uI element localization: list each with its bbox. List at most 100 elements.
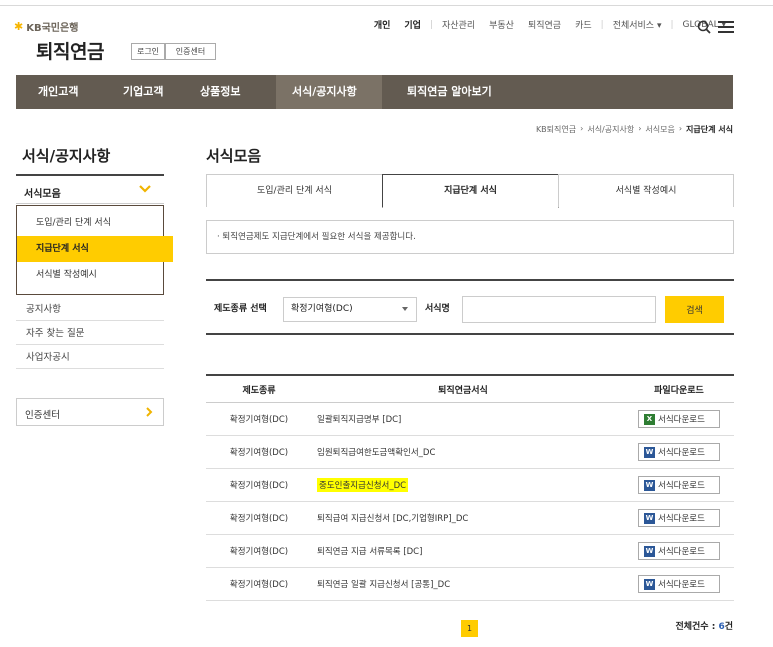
nav-business[interactable]: 기업고객: [123, 75, 163, 109]
sidebar-item-disclosure[interactable]: 사업자공시: [16, 346, 164, 369]
tab-payment-forms[interactable]: 지급단계 서식: [382, 174, 559, 208]
word-file-icon: W: [644, 479, 655, 491]
row-download-cell: W 서식다운로드: [624, 469, 734, 501]
download-label: 서식다운로드: [658, 547, 705, 557]
search-button[interactable]: 검색: [665, 296, 724, 323]
download-button[interactable]: W 서식다운로드: [638, 443, 720, 461]
gnb-separator: |: [670, 19, 674, 30]
breadcrumb-item[interactable]: 서식/공지사항: [587, 124, 634, 135]
caret-down-icon: [402, 307, 408, 311]
tab-form-examples[interactable]: 서식별 작성예시: [558, 174, 734, 207]
header-type: 제도종류: [242, 385, 276, 396]
row-download-cell: W 서식다운로드: [624, 535, 734, 567]
gnb-separator: |: [429, 19, 433, 30]
table-row: 확정기여형(DC) 퇴직급여 지급신청서 [DC,기업형IRP]_DC W 서식다운로…: [206, 502, 734, 535]
sidebar-dropdown-label: 서식모음: [24, 189, 61, 200]
word-file-icon: W: [644, 446, 655, 458]
page-title: 서식모음: [206, 147, 262, 165]
row-download-cell: W 서식다운로드: [624, 568, 734, 600]
table-row: 확정기여형(DC) 일괄퇴직지급명부 [DC] X 서식다운로드: [206, 403, 734, 436]
row-type: 확정기여형(DC): [229, 580, 289, 590]
sidebar-item-notice[interactable]: 공지사항: [16, 298, 164, 321]
row-form-name[interactable]: 임원퇴직급여한도금액확인서_DC: [313, 436, 613, 468]
sidebar-title: 서식/공지사항: [22, 147, 111, 165]
download-label: 서식다운로드: [658, 481, 705, 491]
submenu-payment-forms[interactable]: 지급단계 서식: [17, 236, 173, 262]
row-form-name[interactable]: 퇴직연금 일괄 지급신청서 [공통]_DC: [313, 568, 613, 600]
form-name-text[interactable]: 중도인출지급신청서_DC: [317, 478, 409, 492]
cert-center-button[interactable]: 인증센터: [165, 43, 216, 60]
submenu-form-examples[interactable]: 서식별 작성예시: [17, 262, 173, 288]
kb-logo[interactable]: ✱ KB국민은행: [14, 19, 78, 34]
chevron-down-icon: [139, 185, 151, 193]
header-form: 퇴직연금서식: [438, 385, 488, 396]
form-name-text[interactable]: 일괄퇴직지급명부 [DC]: [317, 413, 401, 425]
row-download-cell: X 서식다운로드: [624, 403, 734, 435]
page-1-button[interactable]: 1: [461, 620, 478, 637]
kb-star-icon: ✱: [14, 20, 24, 33]
sidebar-dropdown[interactable]: 서식모음: [16, 174, 164, 204]
login-button[interactable]: 로그인: [131, 43, 165, 60]
gnb-separator: |: [600, 19, 604, 30]
nav-forms-notice[interactable]: 서식/공지사항: [276, 75, 382, 109]
breadcrumb-item[interactable]: 서식모음: [645, 124, 674, 135]
forms-table: 제도종류 퇴직연금서식 파일다운로드 확정기여형(DC) 일괄퇴직지급명부 [DC…: [206, 374, 734, 601]
row-type: 확정기여형(DC): [229, 448, 289, 458]
gnb-personal[interactable]: 개인: [367, 18, 398, 31]
form-name-text[interactable]: 퇴직급여 지급신청서 [DC,기업형IRP]_DC: [317, 512, 468, 524]
form-name-label: 서식명: [425, 304, 450, 314]
submenu-intro-forms[interactable]: 도입/관리 단계 서식: [17, 210, 173, 236]
chevron-right-icon: [146, 407, 153, 417]
download-button[interactable]: X 서식다운로드: [638, 410, 720, 428]
row-form-name[interactable]: 퇴직연금 지급 서류목록 [DC]: [313, 535, 613, 567]
form-name-text[interactable]: 퇴직연금 지급 서류목록 [DC]: [317, 545, 422, 557]
table-row: 확정기여형(DC) 퇴직연금 지급 서류목록 [DC] W 서식다운로드: [206, 535, 734, 568]
form-tabs: 도입/관리 단계 서식 지급단계 서식 서식별 작성예시: [206, 174, 734, 208]
download-button[interactable]: W 서식다운로드: [638, 476, 720, 494]
word-file-icon: W: [644, 545, 655, 557]
gnb-all-services[interactable]: 전체서비스 ▾: [606, 18, 669, 31]
type-select[interactable]: 확정기여형(DC): [283, 297, 417, 322]
breadcrumb-item[interactable]: KB퇴직연금: [536, 124, 576, 135]
search-panel: 제도종류 선택 확정기여형(DC) 서식명 검색: [206, 279, 734, 335]
sidebar-submenu: 도입/관리 단계 서식 지급단계 서식 서식별 작성예시: [16, 205, 173, 295]
tab-intro-forms[interactable]: 도입/관리 단계 서식: [206, 174, 383, 207]
download-button[interactable]: W 서식다운로드: [638, 542, 720, 560]
row-download-cell: W 서식다운로드: [624, 502, 734, 534]
download-button[interactable]: W 서식다운로드: [638, 575, 720, 593]
logo-text: KB국민은행: [26, 23, 79, 34]
row-type: 확정기여형(DC): [229, 547, 289, 557]
sidebar-cert-center[interactable]: 인증센터: [16, 398, 164, 426]
main-nav: 개인고객 기업고객 상품정보 서식/공지사항 퇴직연금 알아보기: [16, 75, 733, 109]
download-label: 서식다운로드: [658, 448, 705, 458]
sidebar-item-faq[interactable]: 자주 찾는 질문: [16, 322, 164, 345]
total-count: 전체건수 : 6건: [675, 619, 733, 632]
table-row: 확정기여형(DC) 중도인출지급신청서_DC W 서식다운로드: [206, 469, 734, 502]
type-select-label: 제도종류 선택: [214, 304, 267, 314]
row-form-name[interactable]: 중도인출지급신청서_DC: [313, 469, 613, 501]
breadcrumb: KB퇴직연금 › 서식/공지사항 › 서식모음 › 지급단계 서식: [535, 124, 733, 135]
form-name-text[interactable]: 퇴직연금 일괄 지급신청서 [공통]_DC: [317, 578, 450, 590]
download-button[interactable]: W 서식다운로드: [638, 509, 720, 527]
nav-products[interactable]: 상품정보: [200, 75, 240, 109]
gnb-pension[interactable]: 퇴직연금: [521, 18, 568, 31]
nav-personal[interactable]: 개인고객: [38, 75, 78, 109]
table-row: 확정기여형(DC) 퇴직연금 일괄 지급신청서 [공통]_DC W 서식다운로드: [206, 568, 734, 601]
row-type: 확정기여형(DC): [229, 481, 289, 491]
form-name-text[interactable]: 임원퇴직급여한도금액확인서_DC: [317, 446, 435, 458]
row-type: 확정기여형(DC): [229, 514, 289, 524]
search-icon[interactable]: [697, 20, 711, 34]
form-name-input[interactable]: [462, 296, 656, 323]
gnb-asset[interactable]: 자산관리: [435, 18, 482, 31]
excel-file-icon: X: [644, 413, 655, 425]
global-nav: 개인 기업 | 자산관리 부동산 퇴직연금 카드 | 전체서비스 ▾ | GLO…: [367, 18, 733, 32]
hamburger-menu-icon[interactable]: [718, 21, 734, 34]
nav-pension-guide[interactable]: 퇴직연금 알아보기: [407, 75, 492, 109]
gnb-business[interactable]: 기업: [397, 18, 428, 31]
gnb-realestate[interactable]: 부동산: [482, 18, 521, 31]
type-select-value: 확정기여형(DC): [291, 304, 353, 314]
row-form-name[interactable]: 퇴직급여 지급신청서 [DC,기업형IRP]_DC: [313, 502, 613, 534]
gnb-card[interactable]: 카드: [568, 18, 599, 31]
row-form-name[interactable]: 일괄퇴직지급명부 [DC]: [313, 403, 613, 435]
site-title[interactable]: 퇴직연금: [36, 37, 104, 64]
